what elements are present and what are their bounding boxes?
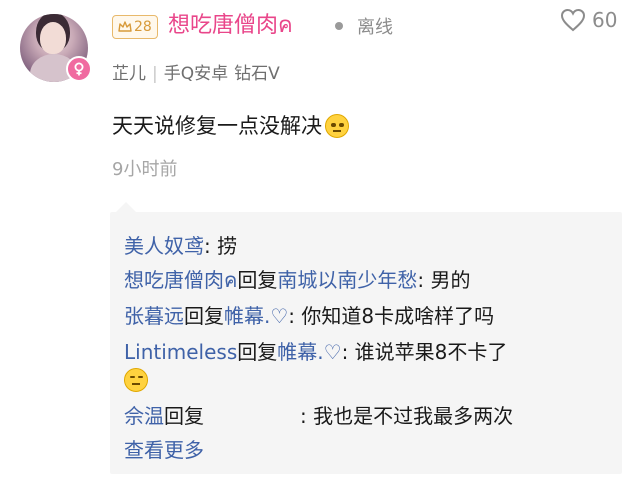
reply-emoji-row <box>124 368 148 401</box>
level-number: 28 <box>134 19 152 35</box>
online-status: 离线 <box>357 17 393 38</box>
like-button[interactable]: 60 <box>560 8 617 32</box>
username[interactable]: 想吃唐僧肉ค <box>168 10 293 42</box>
reply-word: 回复 <box>164 404 204 428</box>
replies-box: 美人奴鸢: 捞 想吃唐僧肉ค回复南城以南少年愁: 男的 张暮远回复帷幕.♡: 你… <box>110 212 622 474</box>
heart-icon <box>560 8 586 32</box>
reply-author[interactable]: 张暮远 <box>124 304 184 328</box>
reply-author[interactable]: Lintimeless <box>124 340 237 364</box>
reply-word: 回复 <box>237 268 278 292</box>
reply-text: : 捞 <box>204 234 238 258</box>
reply-text: : 你知道8卡成啥样了吗 <box>288 304 495 328</box>
divider: | <box>152 64 158 84</box>
reply-target[interactable]: 南城以南少年愁 <box>277 268 417 292</box>
female-icon <box>66 56 92 82</box>
reply-item[interactable]: Lintimeless回复帷幕.♡: 谁说苹果8不卡了 <box>124 336 507 368</box>
post-time: 9小时前 <box>112 159 178 180</box>
emoji-icon <box>325 114 349 138</box>
reply-item[interactable]: 张暮远回复帷幕.♡: 你知道8卡成啥样了吗 <box>124 300 494 332</box>
post-text: 天天说修复一点没解决 <box>112 114 322 138</box>
post-content: 天天说修复一点没解决 <box>112 110 349 142</box>
reply-word: 回复 <box>237 340 278 364</box>
status-dot <box>335 22 343 30</box>
crown-icon <box>118 21 132 32</box>
emoji-icon <box>124 368 148 392</box>
level-badge: 28 <box>112 15 158 39</box>
vip-label: 钻石V <box>234 64 280 84</box>
reply-item[interactable]: 想吃唐僧肉ค回复南城以南少年愁: 男的 <box>124 264 471 296</box>
device-label: 手Q安卓 <box>163 64 229 84</box>
reply-target[interactable]: 帷幕.♡ <box>224 304 288 328</box>
reply-text: : 我也是不过我最多两次 <box>300 404 514 428</box>
reply-author[interactable]: 佘温 <box>124 404 164 428</box>
reply-item[interactable]: 佘温回复 : 我也是不过我最多两次 <box>124 400 513 432</box>
avatar-face <box>40 22 66 54</box>
reply-word: 回复 <box>184 304 224 328</box>
reply-author[interactable]: 美人奴鸢 <box>124 234 204 258</box>
reply-author[interactable]: 想吃唐僧肉ค <box>124 268 237 292</box>
view-more-link[interactable]: 查看更多 <box>124 434 204 466</box>
user-meta: 芷儿 | 手Q安卓 钻石V <box>112 60 280 88</box>
reply-target[interactable]: 帷幕.♡ <box>277 340 341 364</box>
nickname: 芷儿 <box>112 64 146 84</box>
reply-text: : 谁说苹果8不卡了 <box>341 340 508 364</box>
reply-item[interactable]: 美人奴鸢: 捞 <box>124 230 237 262</box>
reply-text: : 男的 <box>417 268 471 292</box>
like-count: 60 <box>592 8 618 32</box>
replies-pointer <box>116 202 136 212</box>
